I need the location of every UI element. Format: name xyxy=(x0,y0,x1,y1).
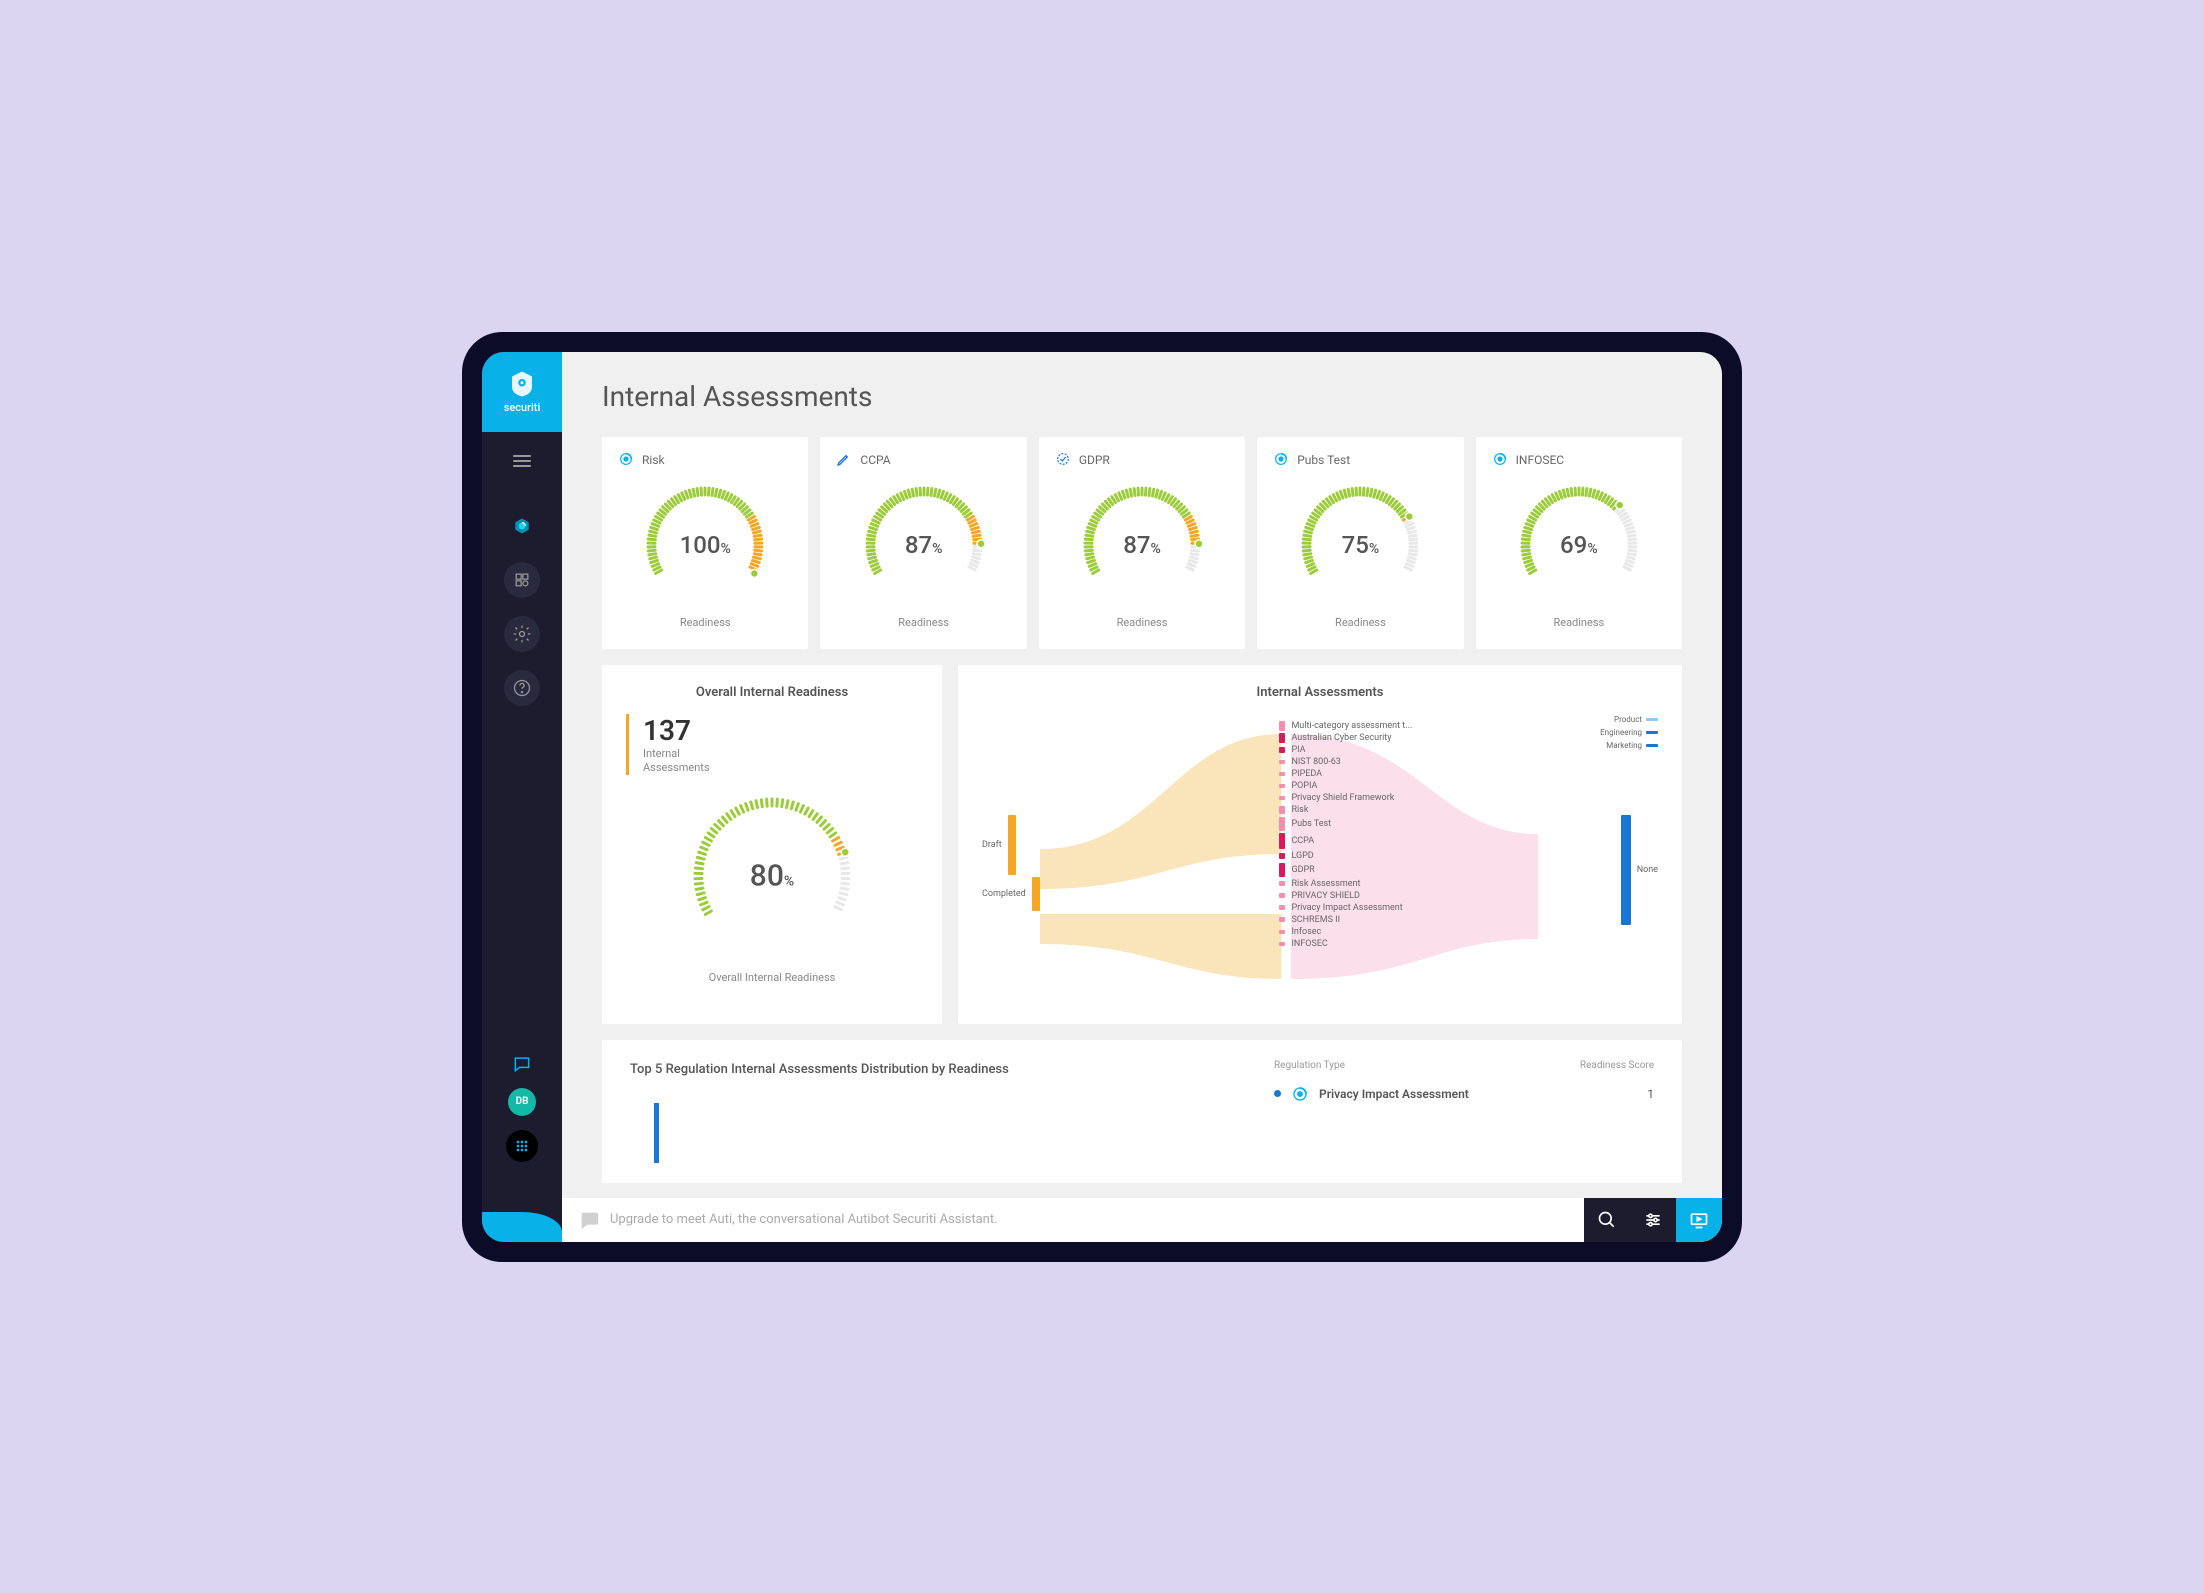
sankey-title: Internal Assessments xyxy=(982,685,1658,700)
sankey-category-node[interactable]: Privacy Shield Framework xyxy=(1279,793,1479,803)
nav-help-icon[interactable] xyxy=(504,670,540,706)
readiness-label: Readiness xyxy=(680,616,731,629)
card-icon xyxy=(1273,451,1289,470)
readiness-gauge: 87% xyxy=(859,480,989,610)
card-icon xyxy=(1492,451,1508,470)
row-score: 1 xyxy=(1647,1087,1654,1101)
readiness-gauge: 87% xyxy=(1077,480,1207,610)
readiness-label: Readiness xyxy=(898,616,949,629)
sankey-category-node[interactable]: Risk Assessment xyxy=(1279,879,1479,889)
sankey-source-node[interactable]: Completed xyxy=(982,877,1040,911)
sankey-target-node[interactable]: None xyxy=(1621,815,1658,925)
sankey-category-node[interactable]: NIST 800-63 xyxy=(1279,757,1479,767)
sankey-category-node[interactable]: Privacy Impact Assessment xyxy=(1279,903,1479,913)
sankey-category-node[interactable]: LGPD xyxy=(1279,851,1479,861)
overall-gauge-label: Overall Internal Readiness xyxy=(626,971,918,984)
chat-icon[interactable] xyxy=(512,1054,532,1074)
readiness-gauge: 69% xyxy=(1514,480,1644,610)
filter-button[interactable] xyxy=(1630,1198,1676,1242)
row-label: Privacy Impact Assessment xyxy=(1319,1087,1469,1101)
assistant-bar: Upgrade to meet Auti, the conversational… xyxy=(562,1198,1722,1242)
readiness-card-pubs test[interactable]: Pubs Test 75% Readiness xyxy=(1257,437,1463,649)
assistant-placeholder: Upgrade to meet Auti, the conversational… xyxy=(610,1212,998,1227)
user-avatar[interactable]: DB xyxy=(508,1088,536,1116)
wave-decoration xyxy=(482,1212,562,1242)
sankey-category-node[interactable]: CCPA xyxy=(1279,833,1479,849)
sidebar: securiti DB xyxy=(482,352,562,1242)
sankey-category-node[interactable]: PIPEDA xyxy=(1279,769,1479,779)
overall-readiness-panel: Overall Internal Readiness 137 InternalA… xyxy=(602,665,942,1024)
brand-name: securiti xyxy=(504,401,541,414)
top5-panel: Top 5 Regulation Internal Assessments Di… xyxy=(602,1040,1682,1184)
sankey-category-node[interactable]: Risk xyxy=(1279,805,1479,815)
sankey-category-node[interactable]: PIA xyxy=(1279,745,1479,755)
sankey-category-node[interactable]: Infosec xyxy=(1279,927,1479,937)
sankey-category-node[interactable]: GDPR xyxy=(1279,863,1479,877)
card-label: GDPR xyxy=(1079,453,1110,467)
card-label: INFOSEC xyxy=(1516,453,1564,467)
sankey-category-node[interactable]: POPIA xyxy=(1279,781,1479,791)
present-button[interactable] xyxy=(1676,1198,1722,1242)
table-header-regulation: Regulation Type xyxy=(1274,1060,1345,1071)
search-button[interactable] xyxy=(1584,1198,1630,1242)
sankey-category-node[interactable]: SCHREMS II xyxy=(1279,915,1479,925)
nav-data-icon[interactable] xyxy=(504,562,540,598)
readiness-label: Readiness xyxy=(1117,616,1168,629)
speech-icon xyxy=(578,1209,600,1231)
bar-chart-bar xyxy=(654,1103,659,1163)
page-title: Internal Assessments xyxy=(602,380,1682,413)
table-row[interactable]: Privacy Impact Assessment 1 xyxy=(1274,1085,1654,1103)
sankey-source-node[interactable]: Draft xyxy=(982,815,1040,875)
sankey-category-node[interactable]: PRIVACY SHIELD xyxy=(1279,891,1479,901)
sankey-category-node[interactable]: Pubs Test xyxy=(1279,817,1479,831)
readiness-card-ccpa[interactable]: CCPA 87% Readiness xyxy=(820,437,1026,649)
card-label: CCPA xyxy=(860,453,890,467)
brand-logo[interactable]: securiti xyxy=(482,352,562,432)
sankey-panel: Internal Assessments DraftCompleted Multi… xyxy=(958,665,1682,1024)
top5-title: Top 5 Regulation Internal Assessments Di… xyxy=(630,1060,1274,1080)
overall-panel-title: Overall Internal Readiness xyxy=(626,685,918,700)
sankey-category-node[interactable]: Australian Cyber Security xyxy=(1279,733,1479,743)
row-dot xyxy=(1274,1090,1281,1097)
assistant-input[interactable]: Upgrade to meet Auti, the conversational… xyxy=(562,1198,1584,1242)
readiness-label: Readiness xyxy=(1553,616,1604,629)
card-label: Risk xyxy=(642,453,665,467)
readiness-card-infosec[interactable]: INFOSEC 69% Readiness xyxy=(1476,437,1682,649)
nav-settings-icon[interactable] xyxy=(504,616,540,652)
card-icon xyxy=(1055,451,1071,470)
readiness-label: Readiness xyxy=(1335,616,1386,629)
sankey-category-node[interactable]: Multi-category assessment t... xyxy=(1279,721,1479,731)
nav-assessments-icon[interactable] xyxy=(504,508,540,544)
card-icon xyxy=(836,451,852,470)
table-header-score: Readiness Score xyxy=(1580,1060,1654,1071)
brand-icon xyxy=(507,369,537,399)
card-icon xyxy=(618,451,634,470)
overall-gauge: 80% xyxy=(687,791,857,961)
sankey-category-node[interactable]: INFOSEC xyxy=(1279,939,1479,949)
assessment-count-label: InternalAssessments xyxy=(643,747,918,776)
assessment-count: 137 xyxy=(643,714,918,747)
menu-toggle-icon[interactable] xyxy=(505,444,539,478)
readiness-card-risk[interactable]: Risk 100% Readiness xyxy=(602,437,808,649)
readiness-gauge: 100% xyxy=(640,480,770,610)
apps-icon[interactable] xyxy=(506,1130,538,1162)
readiness-card-gdpr[interactable]: GDPR 87% Readiness xyxy=(1039,437,1245,649)
readiness-gauge: 75% xyxy=(1295,480,1425,610)
target-icon xyxy=(1291,1085,1309,1103)
card-label: Pubs Test xyxy=(1297,453,1350,467)
